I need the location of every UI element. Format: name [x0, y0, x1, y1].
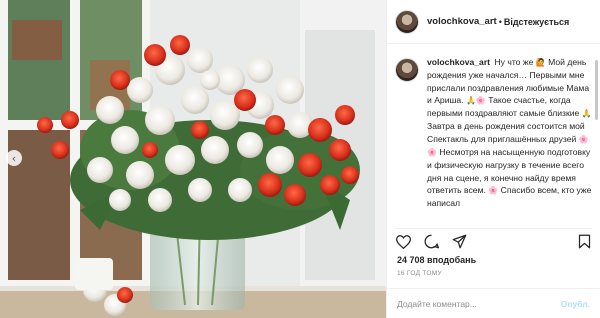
separator-dot: •	[498, 16, 502, 27]
caption-avatar[interactable]	[395, 58, 419, 82]
avatar[interactable]	[395, 9, 419, 34]
caption-scrollbar[interactable]	[595, 60, 598, 120]
post-actions	[395, 228, 592, 250]
following-button[interactable]: Відстежується	[504, 17, 569, 27]
post-sidebar: volochkova_art • Відстежується volochkov…	[386, 0, 600, 318]
like-button[interactable]	[395, 234, 411, 250]
post-date[interactable]: 16 ГОД ТОМУ	[397, 270, 442, 277]
heart-icon	[395, 234, 411, 249]
caption-line-4: Завтра в день рождения состоится мой Спе…	[427, 121, 585, 144]
post-caption: volochkova_art Ну что же 🙋 Мой день рожд…	[395, 56, 596, 231]
caption-text: volochkova_art Ну что же 🙋 Мой день рожд…	[427, 56, 596, 231]
carousel-prev-button[interactable]: ‹	[6, 150, 22, 166]
praying-hands-icon: 🙏	[465, 95, 476, 105]
blossom-icon: 🌸	[475, 95, 486, 105]
comment-button[interactable]	[423, 234, 439, 250]
chevron-left-icon: ‹	[11, 151, 17, 165]
praying-hands-icon: 🙏	[581, 109, 592, 119]
post-photo[interactable]: ‹	[0, 0, 386, 318]
bouquet-photo	[0, 0, 386, 318]
share-button[interactable]	[451, 234, 467, 250]
comment-input[interactable]	[397, 298, 561, 309]
caption-username-link[interactable]: volochkova_art	[427, 57, 490, 67]
comment-box: Опубл.	[387, 288, 600, 318]
caption-intro: Ну что же	[494, 57, 534, 67]
comment-icon	[424, 234, 439, 249]
blossom-icon: 🌸	[578, 134, 589, 144]
blossom-icon: 🌸	[427, 148, 437, 158]
bookmark-icon	[578, 234, 590, 249]
share-icon	[452, 234, 466, 249]
post-header: volochkova_art • Відстежується	[387, 0, 600, 44]
publish-button[interactable]: Опубл.	[561, 299, 590, 309]
woman-emoji-icon: 🙋	[535, 58, 546, 67]
blossom-icon: 🌸	[488, 185, 499, 195]
likes-count[interactable]: 24 708 вподобань	[397, 255, 476, 265]
username-link[interactable]: volochkova_art	[427, 16, 497, 27]
save-button[interactable]	[576, 234, 592, 250]
